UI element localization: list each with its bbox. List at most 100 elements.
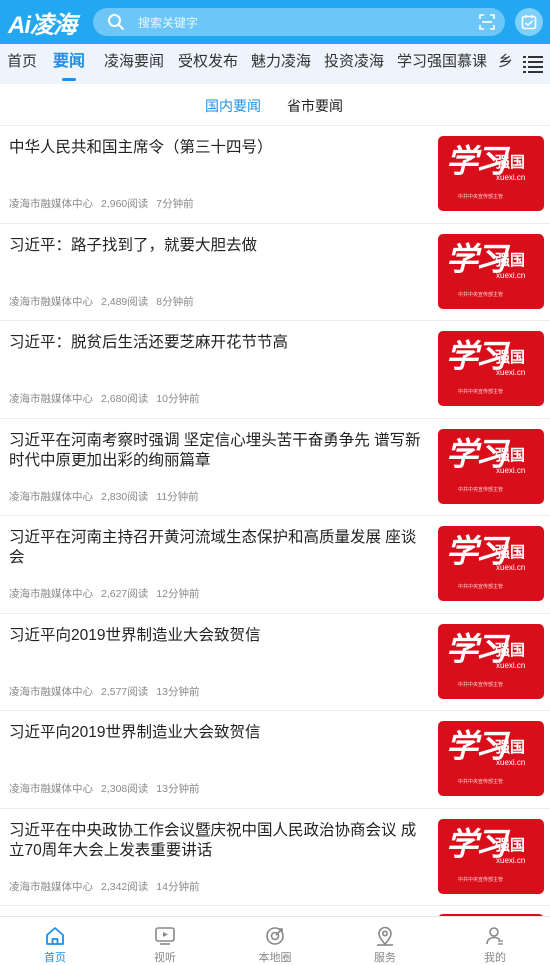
channel-invest[interactable]: 投资凌海 — [324, 44, 384, 84]
news-reads: 2,627阅读 — [101, 588, 149, 600]
scan-icon[interactable] — [479, 14, 495, 30]
channel-village[interactable]: 乡 — [498, 44, 513, 84]
nav-mine[interactable]: 我的 — [440, 917, 550, 965]
thumb-domain: xuexi.cn — [496, 270, 526, 280]
channel-nav: 首页 要闻 凌海要闻 受权发布 魅力凌海 投资凌海 学习强国慕课 乡 — [0, 44, 550, 84]
thumb-brand: 强国 — [495, 349, 526, 366]
search-icon — [108, 14, 124, 30]
news-meta: 凌海市融媒体中心 2,830阅读 11分钟前 — [9, 489, 207, 504]
news-source: 凌海市融媒体中心 — [9, 393, 93, 405]
news-reads: 2,342阅读 — [101, 880, 149, 893]
news-thumbnail: 学习 强国 xuexi.cn 中共中央宣传部主管 — [438, 331, 544, 406]
nav-label: 视听 — [154, 952, 176, 964]
nav-label: 首页 — [44, 952, 66, 964]
news-item[interactable]: 习近平向2019世界制造业大会致贺信 凌海市融媒体中心 2,308阅读 13分钟前 … — [0, 711, 550, 809]
news-time: 13分钟前 — [156, 783, 200, 795]
search-bar[interactable]: 搜索关键字 — [93, 8, 505, 36]
news-item[interactable]: 习近平在中央政协工作会议暨庆祝中国人民政治协商会议 成立70周年大会上发表重要讲… — [0, 809, 550, 906]
thumb-small: 中共中央宣传部主管 — [458, 681, 504, 688]
home-icon — [46, 927, 64, 945]
target-icon — [266, 927, 284, 945]
news-meta: 凌海市融媒体中心 2,577阅读 13分钟前 — [9, 684, 207, 699]
channel-home[interactable]: 首页 — [7, 44, 37, 84]
channel-xuexi-course[interactable]: 学习强国慕课 — [397, 44, 487, 84]
calendar-check-icon — [521, 15, 537, 30]
channel-authorized[interactable]: 受权发布 — [178, 44, 238, 84]
news-source: 凌海市融媒体中心 — [9, 588, 93, 600]
news-time: 7分钟前 — [156, 198, 194, 210]
nav-home[interactable]: 首页 — [0, 917, 110, 965]
news-time: 11分钟前 — [156, 490, 199, 503]
thumb-domain: xuexi.cn — [496, 563, 526, 572]
news-time: 12分钟前 — [156, 588, 200, 600]
nav-local[interactable]: 本地圈 — [220, 917, 330, 965]
thumb-domain: xuexi.cn — [496, 758, 526, 767]
news-reads: 2,830阅读 — [101, 490, 149, 503]
news-list: 中华人民共和国主席令（第三十四号） 凌海市融媒体中心 2,960阅读 7分钟前 学习… — [0, 126, 550, 916]
thumb-small: 中共中央宣传部主管 — [458, 779, 504, 785]
app-logo[interactable]: Ai凌海 — [0, 0, 86, 44]
sub-tabs: 国内要闻 省市要闻 — [0, 84, 550, 126]
video-icon — [155, 927, 175, 945]
channel-linghai-news[interactable]: 凌海要闻 — [104, 44, 164, 84]
news-title: 习近平在中央政协工作会议暨庆祝中国人民政治协商会议 成立70周年大会上发表重要讲… — [9, 821, 417, 859]
news-item[interactable]: 习近平向2019世界制造业大会致贺信 凌海市融媒体中心 2,577阅读 13分钟前 … — [0, 614, 550, 711]
thumb-small: 中共中央宣传部主管 — [458, 584, 504, 590]
thumb-brand: 强国 — [495, 251, 526, 269]
news-meta: 凌海市融媒体中心 2,627阅读 12分钟前 — [9, 586, 207, 601]
search-placeholder: 搜索关键字 — [138, 15, 199, 30]
thumb-brand: 强国 — [495, 641, 526, 659]
thumb-small: 中共中央宣传部主管 — [458, 291, 504, 298]
channel-news[interactable]: 要闻 — [53, 44, 85, 84]
thumb-domain: xuexi.cn — [496, 465, 526, 475]
list-menu-icon — [523, 56, 543, 73]
thumb-small: 中共中央宣传部主管 — [458, 389, 504, 395]
news-item[interactable]: 习近平：路子找到了，就要大胆去做 凌海市融媒体中心 2,489阅读 8分钟前 学习 … — [0, 224, 550, 321]
thumb-domain: xuexi.cn — [496, 660, 526, 670]
subtab-provincial[interactable]: 省市要闻 — [287, 96, 343, 116]
thumb-brand: 强国 — [495, 154, 526, 171]
news-reads: 2,489阅读 — [101, 295, 149, 308]
news-title: 习近平在河南考察时强调 坚定信心埋头苦干奋勇争先 谱写新时代中原更加出彩的绚丽篇… — [9, 431, 421, 469]
nav-label: 我的 — [484, 952, 506, 964]
news-meta: 凌海市融媒体中心 2,960阅读 7分钟前 — [9, 196, 202, 211]
calendar-check-button[interactable] — [515, 8, 543, 36]
channel-menu-button[interactable] — [516, 44, 550, 84]
channel-charm[interactable]: 魅力凌海 — [251, 44, 311, 84]
nav-service[interactable]: 服务 — [330, 917, 440, 965]
news-reads: 2,577阅读 — [101, 685, 149, 698]
news-thumbnail: 学习 强国 xuexi.cn 中共中央宣传部主管 — [438, 721, 544, 796]
news-time: 10分钟前 — [156, 393, 200, 405]
news-meta: 凌海市融媒体中心 2,489阅读 8分钟前 — [9, 294, 202, 309]
nav-video[interactable]: 视听 — [110, 917, 220, 965]
news-thumbnail: 学习 强国 xuexi.cn 中共中央宣传部主管 — [438, 428, 544, 504]
subtab-domestic[interactable]: 国内要闻 — [205, 96, 261, 116]
news-time: 13分钟前 — [156, 685, 200, 698]
news-thumbnail: 学习 强国 xuexi.cn 中共中央宣传部主管 — [438, 526, 544, 601]
thumb-brand: 强国 — [495, 739, 526, 756]
thumb-small: 中共中央宣传部主管 — [458, 876, 504, 883]
news-source: 凌海市融媒体中心 — [9, 295, 93, 308]
nav-label: 服务 — [374, 952, 396, 964]
news-meta: 凌海市融媒体中心 2,680阅读 10分钟前 — [9, 391, 207, 406]
news-title: 习近平：脱贫后生活还要芝麻开花节节高 — [9, 334, 289, 351]
news-title: 习近平在河南主持召开黄河流域生态保护和高质量发展 座谈会 — [9, 529, 417, 566]
news-item[interactable]: 习近平在河南考察时强调 坚定信心埋头苦干奋勇争先 谱写新时代中原更加出彩的绚丽篇… — [0, 419, 550, 516]
news-thumbnail: 学习 强国 xuexi.cn 中共中央宣传部主管 — [438, 818, 544, 894]
thumb-brand: 强国 — [495, 544, 526, 561]
news-title: 中华人民共和国主席令（第三十四号） — [9, 139, 273, 156]
user-icon — [486, 927, 503, 945]
news-item[interactable]: 习近平在河南主持召开黄河流域生态保护和高质量发展 座谈会 凌海市融媒体中心 2,6… — [0, 516, 550, 614]
news-title: 习近平向2019世界制造业大会致贺信 — [9, 724, 261, 741]
news-thumbnail: 学习 强国 xuexi.cn 中共中央宣传部主管 — [438, 233, 544, 309]
news-meta: 凌海市融媒体中心 2,308阅读 13分钟前 — [9, 781, 207, 796]
news-time: 14分钟前 — [156, 880, 200, 893]
location-icon — [377, 926, 393, 946]
thumb-domain: xuexi.cn — [496, 173, 526, 182]
news-item[interactable]: 习近平：脱贫后生活还要芝麻开花节节高 凌海市融媒体中心 2,680阅读 10分钟前 … — [0, 321, 550, 419]
thumb-brand: 强国 — [495, 446, 526, 464]
thumb-domain: xuexi.cn — [496, 368, 526, 377]
news-item[interactable]: 中华人民共和国主席令（第三十四号） 凌海市融媒体中心 2,960阅读 7分钟前 学习… — [0, 126, 550, 224]
app-header: Ai凌海 搜索关键字 — [0, 0, 550, 44]
news-thumbnail: 学习 强国 xuexi.cn 中共中央宣传部主管 — [438, 623, 544, 699]
